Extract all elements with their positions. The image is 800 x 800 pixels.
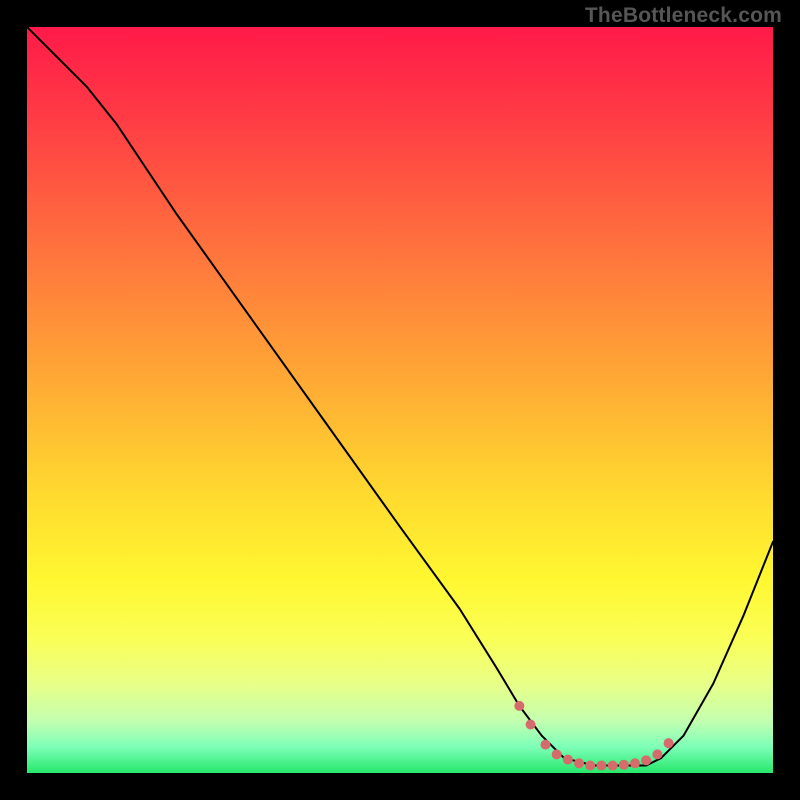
marker-dot <box>641 755 651 765</box>
chart-root: TheBottleneck.com <box>0 0 800 800</box>
marker-dot <box>540 740 550 750</box>
chart-svg <box>27 27 773 773</box>
marker-dot <box>664 738 674 748</box>
marker-dot <box>585 761 595 771</box>
marker-dot <box>526 720 536 730</box>
watermark-text: TheBottleneck.com <box>585 4 782 28</box>
marker-dot <box>619 760 629 770</box>
marker-dot <box>563 755 573 765</box>
marker-dot <box>574 758 584 768</box>
marker-dot <box>608 761 618 771</box>
gradient-background <box>27 27 773 773</box>
marker-dot <box>652 749 662 759</box>
plot-area <box>27 27 773 773</box>
marker-dot <box>552 749 562 759</box>
marker-dot <box>630 758 640 768</box>
marker-dot <box>596 761 606 771</box>
marker-dot <box>514 701 524 711</box>
